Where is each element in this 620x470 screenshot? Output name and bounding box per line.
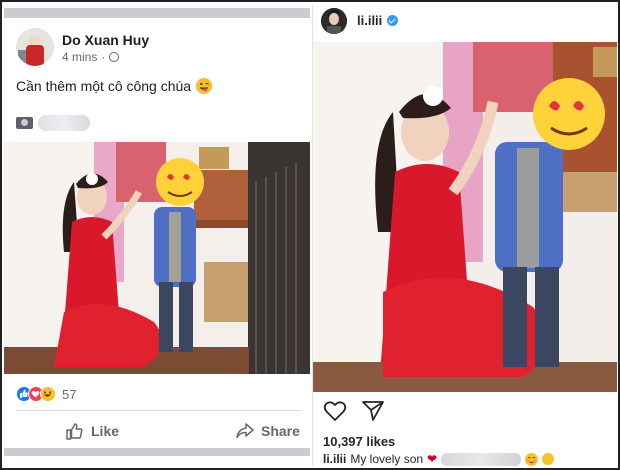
author-avatar[interactable] (16, 28, 54, 66)
instagram-post: li.ilii 10,397 likes li.ilii My lovely s… (312, 4, 617, 466)
facebook-post-photo[interactable] (4, 142, 310, 374)
ig-caption: li.ilii My lovely son ❤ (323, 452, 555, 466)
photo-illustration (4, 142, 310, 374)
globe-icon (109, 52, 120, 62)
post-text-row: Cần thêm một cô công chúa (16, 78, 213, 94)
heart-outline-icon[interactable] (323, 400, 347, 422)
post-actions: Like Share (4, 418, 310, 444)
sun-emoji-icon (542, 453, 555, 465)
post-timestamp[interactable]: 4 mins (62, 50, 97, 64)
reaction-summary[interactable]: 57 (16, 386, 76, 402)
facebook-top-divider (4, 8, 310, 18)
photo-tag-row (16, 115, 90, 131)
facebook-post: Do Xuan Huy 4 mins · Cần thêm một cô côn… (4, 4, 310, 466)
instagram-post-photo[interactable] (313, 42, 617, 392)
facebook-bottom-divider (4, 448, 310, 456)
thumbs-up-icon (66, 422, 83, 440)
post-meta: 4 mins · (62, 50, 120, 64)
ig-action-bar (323, 400, 385, 422)
author-name[interactable]: Do Xuan Huy (62, 32, 149, 48)
red-heart-icon: ❤ (427, 452, 438, 466)
avatar-image (16, 28, 54, 66)
caption-username[interactable]: li.ilii (323, 452, 346, 466)
share-button[interactable]: Share (236, 418, 300, 444)
verified-badge-icon (387, 15, 399, 26)
share-arrow-icon (236, 423, 254, 439)
ig-photo-illustration (313, 42, 617, 392)
ig-likes-count[interactable]: 10,397 likes (323, 434, 395, 449)
ig-avatar-image (321, 8, 347, 34)
ig-username-row[interactable]: li.ilii (357, 13, 399, 28)
blurred-caption (441, 452, 522, 466)
blushing-emoji-icon (525, 452, 539, 466)
caption-text: My lovely son (350, 452, 424, 466)
tongue-wink-emoji-icon (196, 78, 213, 94)
reaction-count: 57 (62, 386, 77, 402)
ig-username[interactable]: li.ilii (357, 13, 382, 28)
blurred-tag (38, 115, 90, 131)
haha-reaction-icon (40, 386, 56, 402)
share-label: Share (261, 423, 300, 439)
actions-divider (16, 410, 302, 411)
like-label: Like (91, 423, 120, 439)
meta-dot: · (101, 50, 106, 64)
ig-user-avatar[interactable] (321, 8, 347, 34)
post-text: Cần thêm một cô công chúa (16, 78, 192, 94)
camera-icon (16, 117, 33, 129)
send-icon[interactable] (361, 400, 385, 422)
like-button[interactable]: Like (66, 418, 119, 444)
